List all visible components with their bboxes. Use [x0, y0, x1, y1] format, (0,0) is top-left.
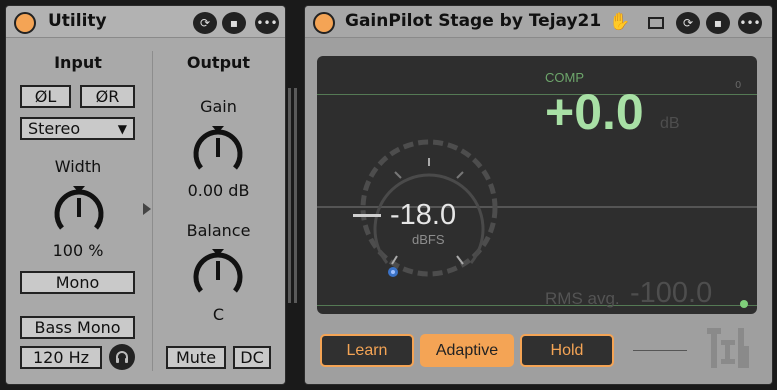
- gainpilot-device: GainPilot Stage by Tejay21 ✋ ⟳ ▪ ••• COM…: [304, 5, 773, 385]
- device-separator-2: [294, 88, 297, 303]
- learn-button[interactable]: Learn: [320, 334, 414, 367]
- dc-button[interactable]: DC: [233, 346, 271, 369]
- width-value: 100 %: [52, 241, 104, 260]
- refresh-icon[interactable]: ⟳: [676, 12, 700, 34]
- more-icon[interactable]: •••: [255, 12, 279, 34]
- logo-icon: [707, 328, 749, 368]
- channel-mode-value: Stereo: [28, 119, 81, 138]
- utility-device: Utility ⟳ ▪ ••• Input ØL ØR Stereo ▼ Wid…: [5, 5, 286, 385]
- balance-label: Balance: [186, 221, 251, 240]
- rms-value: -100.0: [630, 277, 713, 309]
- more-icon[interactable]: •••: [738, 12, 762, 34]
- phase-left-button[interactable]: ØL: [20, 85, 71, 108]
- bass-freq-field[interactable]: 120 Hz: [20, 346, 102, 369]
- save-icon[interactable]: ▪: [706, 12, 730, 34]
- gain-value: 0.00 dB: [187, 181, 250, 200]
- gain-label: Gain: [200, 97, 237, 116]
- clip-icon[interactable]: [648, 17, 664, 29]
- power-icon[interactable]: [313, 12, 335, 34]
- rms-indicator-dot: [740, 300, 748, 308]
- separator-line: [633, 350, 687, 351]
- target-indicator: [353, 214, 381, 217]
- mute-button[interactable]: Mute: [166, 346, 226, 369]
- comp-line: [317, 94, 757, 95]
- input-heading: Input: [54, 53, 102, 72]
- width-label: Width: [54, 157, 102, 176]
- rms-label: RMS avg.: [545, 289, 620, 308]
- zero-label: 0: [735, 80, 742, 91]
- chain-arrow-icon: [143, 203, 151, 215]
- target-unit: dBFS: [412, 232, 445, 247]
- device-title: GainPilot Stage by Tejay21: [345, 11, 602, 31]
- gain-display: COMP 0 +0.0 dB -18.0 dBFS RMS avg. -100.…: [317, 56, 757, 314]
- hand-icon: ✋: [609, 12, 631, 32]
- gainpilot-titlebar[interactable]: GainPilot Stage by Tejay21 ✋ ⟳ ▪ •••: [305, 6, 772, 38]
- channel-mode-select[interactable]: Stereo ▼: [20, 117, 135, 140]
- device-separator[interactable]: [288, 88, 291, 303]
- headphones-icon[interactable]: [109, 344, 135, 370]
- comp-unit: dB: [660, 115, 680, 132]
- target-value: -18.0: [390, 199, 457, 231]
- section-divider: [152, 51, 153, 371]
- utility-titlebar[interactable]: Utility ⟳ ▪ •••: [6, 6, 285, 38]
- balance-value: C: [212, 305, 225, 324]
- phase-right-button[interactable]: ØR: [80, 85, 135, 108]
- output-heading: Output: [186, 53, 251, 72]
- refresh-icon[interactable]: ⟳: [193, 12, 217, 34]
- gain-knob[interactable]: [189, 124, 247, 182]
- dropdown-arrow-icon: ▼: [117, 121, 127, 136]
- comp-value: +0.0: [545, 84, 644, 140]
- bass-mono-button[interactable]: Bass Mono: [20, 316, 135, 339]
- hold-button[interactable]: Hold: [520, 334, 614, 367]
- balance-knob[interactable]: [189, 247, 247, 305]
- power-icon[interactable]: [14, 12, 36, 34]
- save-icon[interactable]: ▪: [222, 12, 246, 34]
- mono-button[interactable]: Mono: [20, 271, 135, 294]
- width-knob[interactable]: [50, 184, 108, 242]
- adaptive-button[interactable]: Adaptive: [420, 334, 514, 367]
- device-title: Utility: [48, 11, 107, 31]
